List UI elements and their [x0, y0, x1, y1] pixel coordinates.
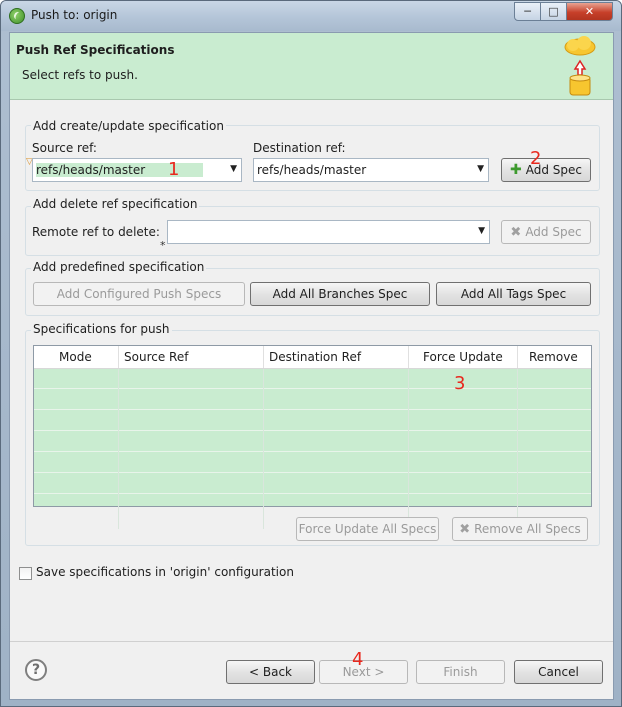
cloud-push-icon	[564, 36, 596, 96]
dialog-client: Push Ref Specifications Select refs to p…	[9, 32, 614, 700]
close-icon: ✕	[584, 5, 595, 18]
force-update-all-specs-label: Force Update All Specs	[298, 522, 437, 536]
remote-ref-label: Remote ref to delete:	[32, 225, 160, 239]
column-header-destination-ref[interactable]: Destination Ref	[269, 350, 361, 364]
finish-button[interactable]: Finish	[416, 660, 505, 684]
specs-table-body[interactable]	[34, 369, 591, 529]
finish-label: Finish	[443, 665, 478, 679]
maximize-button[interactable]: □	[540, 2, 567, 21]
remove-all-specs-label: Remove All Specs	[474, 522, 581, 536]
remote-ref-combo[interactable]: ▼	[167, 220, 490, 244]
chevron-down-icon[interactable]: ▼	[477, 164, 484, 174]
remove-icon: ✖	[459, 521, 471, 537]
wizard-banner: Push Ref Specifications Select refs to p…	[10, 33, 613, 100]
destination-ref-label: Destination ref:	[253, 141, 346, 155]
banner-title: Push Ref Specifications	[16, 43, 175, 57]
close-button[interactable]: ✕	[566, 2, 613, 21]
add-configured-push-specs-label: Add Configured Push Specs	[56, 287, 222, 301]
maximize-icon: □	[548, 5, 559, 18]
next-label: Next >	[342, 665, 385, 679]
add-all-branches-spec-button[interactable]: Add All Branches Spec	[250, 282, 430, 306]
footer-separator	[10, 641, 613, 642]
plus-icon: ✚	[510, 162, 522, 178]
add-all-tags-spec-label: Add All Tags Spec	[460, 287, 567, 301]
add-all-branches-spec-label: Add All Branches Spec	[272, 287, 408, 301]
specs-table-header: Mode Source Ref Destination Ref Force Up…	[34, 346, 591, 369]
column-header-source-ref[interactable]: Source Ref	[124, 350, 188, 364]
next-button[interactable]: Next >	[319, 660, 408, 684]
window-title: Push to: origin	[31, 8, 118, 22]
minimize-icon: ─	[524, 5, 531, 18]
save-specs-label: Save specifications in 'origin' configur…	[36, 565, 294, 579]
add-delete-spec-label: Add Spec	[525, 225, 582, 239]
save-specs-checkbox[interactable]	[19, 567, 32, 580]
add-delete-spec-button[interactable]: ✖ Add Spec	[501, 220, 591, 244]
delete-spec-group-label: Add delete ref specification	[31, 197, 200, 211]
column-header-mode[interactable]: Mode	[59, 350, 92, 364]
banner-subtitle: Select refs to push.	[22, 68, 138, 82]
add-spec-button[interactable]: ✚ Add Spec	[501, 158, 591, 182]
back-label: < Back	[248, 665, 292, 679]
specs-table[interactable]: Mode Source Ref Destination Ref Force Up…	[33, 345, 592, 529]
required-asterisk: *	[160, 239, 166, 252]
cancel-label: Cancel	[538, 665, 579, 679]
source-ref-combo[interactable]: refs/heads/master ▼	[32, 158, 242, 182]
dialog-window: Push to: origin ─ □ ✕ Push Ref Specifica…	[0, 0, 622, 707]
predefined-spec-group-label: Add predefined specification	[31, 260, 207, 274]
source-ref-label: Source ref:	[32, 141, 97, 155]
column-header-remove[interactable]: Remove	[529, 350, 578, 364]
annotation-2: 2	[530, 148, 542, 169]
title-bar[interactable]: Push to: origin ─ □ ✕	[1, 1, 621, 31]
annotation-1: 1	[168, 159, 180, 180]
add-configured-push-specs-button[interactable]: Add Configured Push Specs	[33, 282, 245, 306]
help-icon[interactable]: ?	[25, 659, 47, 681]
column-header-force-update[interactable]: Force Update	[423, 350, 503, 364]
destination-ref-value: refs/heads/master	[257, 163, 367, 177]
add-all-tags-spec-button[interactable]: Add All Tags Spec	[436, 282, 591, 306]
destination-ref-combo[interactable]: refs/heads/master ▼	[253, 158, 489, 182]
cancel-button[interactable]: Cancel	[514, 660, 603, 684]
create-spec-group-label: Add create/update specification	[31, 119, 226, 133]
eclipse-icon	[9, 8, 25, 24]
force-update-all-specs-button[interactable]: Force Update All Specs	[296, 517, 439, 541]
back-button[interactable]: < Back	[226, 660, 315, 684]
x-icon: ✖	[510, 224, 522, 240]
annotation-4: 4	[352, 649, 364, 670]
chevron-down-icon[interactable]: ▼	[230, 164, 237, 174]
remove-all-specs-button[interactable]: ✖ Remove All Specs	[452, 517, 588, 541]
annotation-3: 3	[454, 373, 466, 394]
specs-group-label: Specifications for push	[31, 322, 172, 336]
minimize-button[interactable]: ─	[514, 2, 541, 21]
chevron-down-icon[interactable]: ▼	[478, 226, 485, 236]
